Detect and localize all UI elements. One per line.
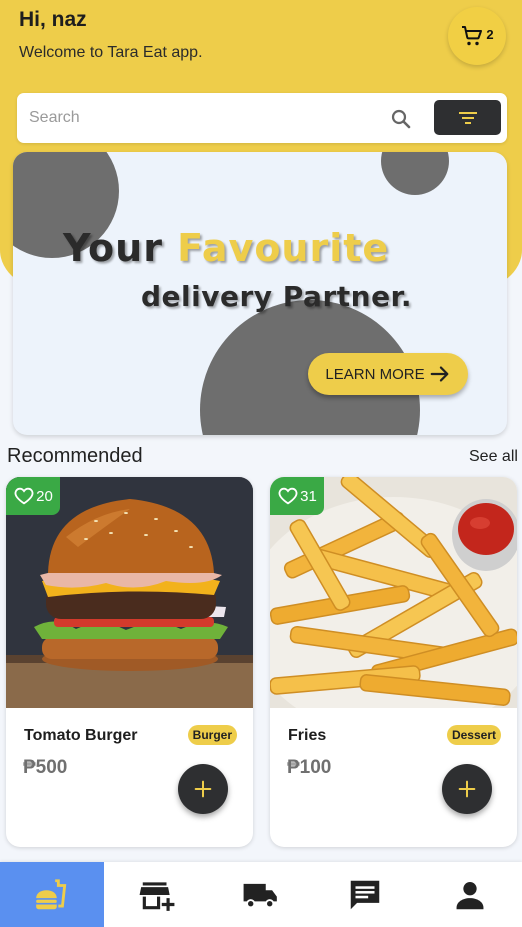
filter-button[interactable]	[434, 100, 501, 135]
cart-icon	[462, 26, 483, 46]
cart-count-badge: 2	[486, 26, 494, 42]
person-icon	[456, 881, 484, 909]
search-bar	[17, 93, 507, 143]
promo-banner: Your Favourite delivery Partner. LEARN M…	[13, 152, 507, 435]
like-count: 31	[300, 487, 317, 505]
nav-item-delivery[interactable]	[209, 862, 313, 927]
chat-icon	[351, 880, 380, 909]
product-card[interactable]: 31 Fries Dessert ₱100	[270, 477, 517, 847]
banner-headline-accent: Favourite	[177, 226, 390, 270]
greeting-title: Hi, naz	[19, 8, 87, 31]
search-icon[interactable]	[389, 107, 413, 131]
banner-headline: Your Favourite	[63, 226, 390, 270]
nav-item-stores[interactable]	[104, 862, 208, 927]
like-badge[interactable]: 31	[270, 477, 324, 515]
nav-item-food[interactable]	[0, 862, 105, 927]
nav-item-messages[interactable]	[313, 862, 417, 927]
add-to-cart-button[interactable]	[178, 764, 228, 814]
product-name: Tomato Burger	[24, 727, 138, 744]
bottom-navigation	[0, 862, 522, 927]
store-add-icon	[139, 881, 174, 911]
category-badge: Burger	[187, 725, 237, 745]
product-card[interactable]: 20 Tomato Burger Burger ₱500	[6, 477, 253, 847]
product-price: ₱500	[23, 757, 68, 778]
cart-button[interactable]: 2	[448, 7, 506, 65]
search-input[interactable]	[29, 105, 369, 131]
like-count: 20	[36, 487, 53, 505]
like-badge[interactable]: 20	[6, 477, 60, 515]
arrow-right-icon	[430, 366, 449, 382]
learn-more-button[interactable]: LEARN MORE	[308, 353, 468, 395]
heart-icon	[278, 487, 298, 505]
product-price: ₱100	[287, 757, 332, 778]
heart-icon	[14, 487, 34, 505]
welcome-text: Welcome to Tara Eat app.	[19, 44, 203, 61]
learn-more-label: LEARN MORE	[325, 365, 425, 383]
recommended-title: Recommended	[7, 445, 143, 467]
category-badge: Dessert	[446, 725, 501, 745]
nav-item-profile[interactable]	[418, 862, 522, 927]
banner-decor-circle	[381, 152, 449, 195]
plus-icon	[458, 780, 476, 798]
filter-icon	[458, 111, 477, 124]
fastfood-icon	[36, 878, 67, 909]
see-all-link[interactable]: See all	[469, 448, 518, 466]
plus-icon	[194, 780, 212, 798]
banner-subheadline: delivery Partner.	[141, 280, 413, 313]
add-to-cart-button[interactable]	[442, 764, 492, 814]
product-name: Fries	[288, 727, 327, 744]
truck-icon	[243, 883, 277, 908]
